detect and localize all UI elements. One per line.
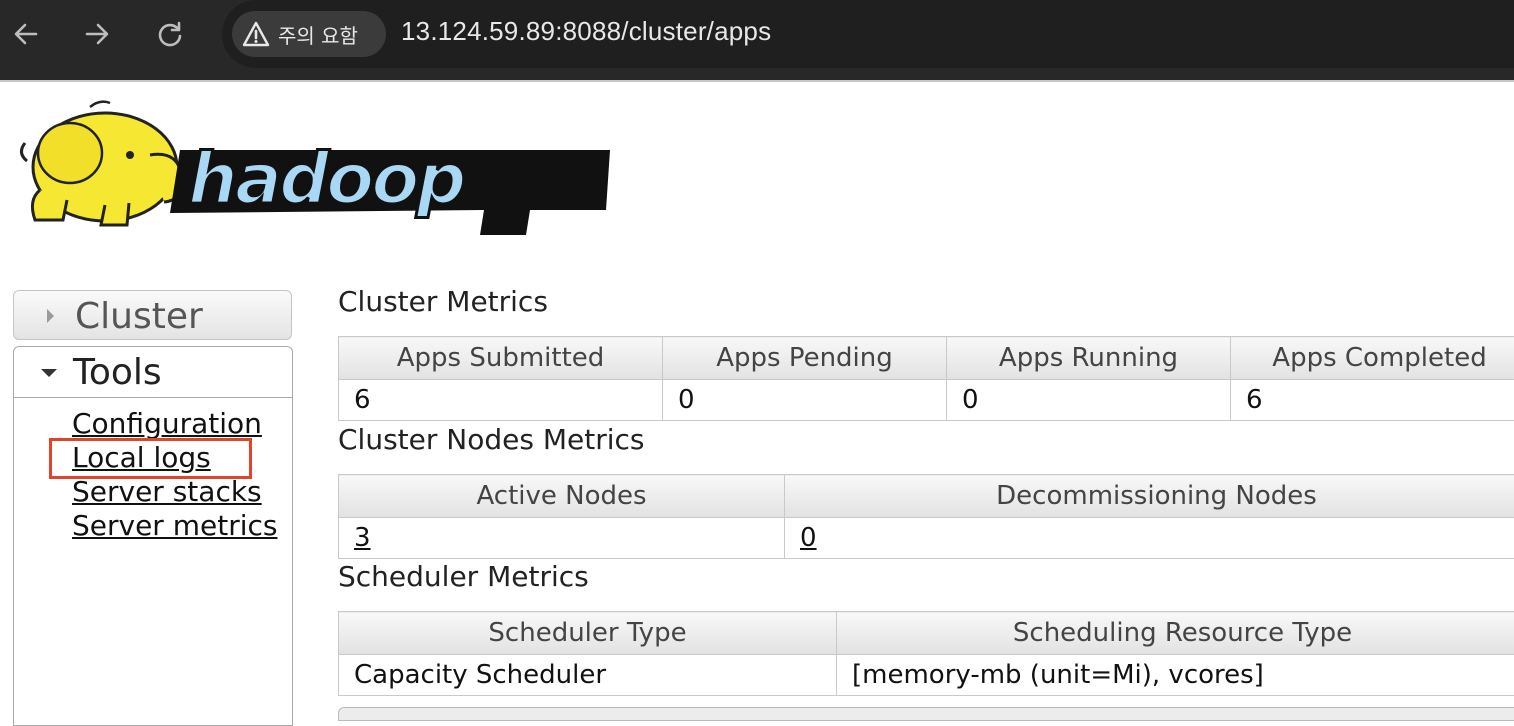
table-header-row: Scheduler Type Scheduling Resource Type	[339, 612, 1514, 655]
active-nodes-link[interactable]: 3	[354, 523, 371, 553]
column-header[interactable]: Scheduler Type	[339, 612, 837, 655]
scheduler-metrics-title: Scheduler Metrics	[338, 560, 589, 593]
cluster-metrics-table: Apps Submitted Apps Pending Apps Running…	[338, 336, 1514, 421]
table-cell: [memory-mb (unit=Mi), vcores]	[837, 655, 1514, 696]
url-text[interactable]: 13.124.59.89:8088/cluster/apps	[401, 16, 771, 47]
warning-label: 주의 요함	[278, 20, 358, 49]
link-server-stacks[interactable]: Server stacks	[72, 475, 282, 509]
warning-icon	[242, 21, 270, 47]
browser-toolbar: 주의 요함 13.124.59.89:8088/cluster/apps	[0, 0, 1514, 82]
sidebar-tools-section: Tools Configuration Local logs Server st…	[13, 346, 293, 726]
table-cell: 0	[947, 380, 1231, 421]
table-cell: 6	[339, 380, 663, 421]
hadoop-wordmark-text: hadoop	[188, 138, 464, 220]
sidebar-cluster-section[interactable]: Cluster	[13, 290, 292, 340]
table-cell: 0	[785, 518, 1514, 559]
column-header[interactable]: Apps Pending	[663, 337, 947, 380]
forward-arrow-icon[interactable]	[77, 14, 117, 54]
cluster-metrics-title: Cluster Metrics	[338, 285, 548, 318]
column-header[interactable]: Scheduling Resource Type	[837, 612, 1514, 655]
table-header-row: Apps Submitted Apps Pending Apps Running…	[339, 337, 1514, 380]
cluster-nodes-metrics-title: Cluster Nodes Metrics	[338, 423, 644, 456]
column-header[interactable]: Apps Submitted	[339, 337, 663, 380]
column-header[interactable]: Apps Completed	[1231, 337, 1514, 380]
decommissioning-nodes-link[interactable]: 0	[800, 523, 817, 553]
link-configuration[interactable]: Configuration	[72, 407, 282, 441]
reload-icon[interactable]	[150, 14, 190, 54]
table-row: 6 0 0 6	[339, 380, 1514, 421]
back-arrow-icon[interactable]	[6, 14, 46, 54]
link-server-metrics[interactable]: Server metrics	[72, 509, 282, 543]
column-header[interactable]: Apps Running	[947, 337, 1231, 380]
table-cell: 3	[339, 518, 785, 559]
table-row: Capacity Scheduler [memory-mb (unit=Mi),…	[339, 655, 1514, 696]
table-cell: 0	[663, 380, 947, 421]
column-header[interactable]: Active Nodes	[339, 475, 785, 518]
sidebar-cluster-label[interactable]: Cluster	[75, 296, 203, 337]
table-cell: 6	[1231, 380, 1514, 421]
table-header-row: Active Nodes Decommissioning Nodes	[339, 475, 1514, 518]
table-row: 3 0	[339, 518, 1514, 559]
chevron-right-icon	[47, 309, 54, 323]
table-cell: Capacity Scheduler	[339, 655, 837, 696]
column-header[interactable]: Decommissioning Nodes	[785, 475, 1514, 518]
hadoop-logo[interactable]: hadoop	[10, 95, 620, 249]
next-table-header-edge	[338, 707, 1514, 721]
sidebar-tools-header[interactable]: Tools	[14, 347, 292, 398]
hadoop-elephant-icon	[21, 102, 182, 225]
sidebar-tools-label[interactable]: Tools	[73, 352, 162, 393]
chevron-down-icon	[41, 369, 57, 377]
cluster-nodes-metrics-table: Active Nodes Decommissioning Nodes 3 0	[338, 474, 1514, 559]
hadoop-wordmark: hadoop	[170, 138, 610, 235]
highlight-box	[49, 438, 252, 479]
scheduler-metrics-table: Scheduler Type Scheduling Resource Type …	[338, 611, 1514, 696]
security-warning-chip[interactable]: 주의 요함	[232, 11, 386, 57]
